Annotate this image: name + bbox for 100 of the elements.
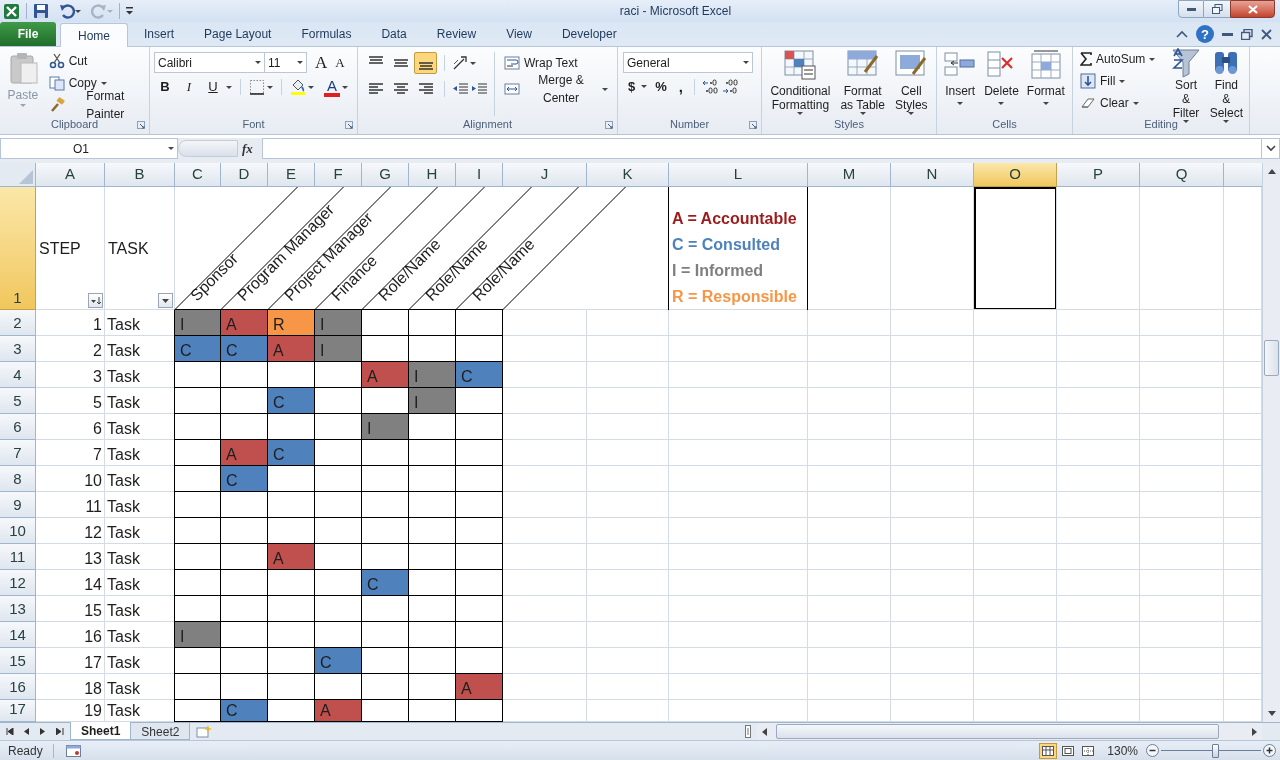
page-layout-icon[interactable] (1062, 745, 1075, 756)
font-name-field[interactable]: Calibri (154, 52, 265, 73)
row-header[interactable]: 13 (0, 596, 36, 622)
row-header[interactable]: 9 (0, 492, 36, 518)
row-header[interactable]: 8 (0, 466, 36, 492)
sheet-tab[interactable]: Sheet2 (131, 723, 191, 740)
ribbon-tab[interactable]: Home (60, 23, 128, 47)
bold-button[interactable]: B (154, 77, 176, 97)
minimize-icon[interactable] (1222, 30, 1233, 38)
sort-filter-button[interactable]: Sort & Filter (1168, 48, 1204, 116)
conditional-formatting-button[interactable]: Conditional Formatting (768, 50, 833, 116)
wrap-text-button[interactable]: Wrap Text (501, 52, 611, 74)
ribbon-tab[interactable]: Page Layout (190, 22, 286, 46)
page-break-icon[interactable] (1082, 745, 1095, 756)
collapse-ribbon-icon[interactable] (1176, 29, 1188, 39)
tab-splitter-icon[interactable] (745, 725, 751, 738)
row-header[interactable]: 1 (0, 187, 36, 310)
expand-formula-bar-icon[interactable] (1265, 145, 1276, 152)
undo-icon[interactable] (59, 3, 75, 19)
font-size-field[interactable]: 11 (265, 52, 307, 73)
scroll-right-icon[interactable] (1252, 727, 1257, 736)
grow-font-button[interactable]: A (313, 54, 330, 71)
save-icon[interactable] (33, 3, 49, 19)
row-header[interactable]: 17 (0, 700, 36, 722)
restore-button[interactable] (1204, 0, 1230, 18)
scroll-left-icon[interactable] (762, 727, 767, 736)
column-header[interactable]: G (362, 163, 409, 187)
ribbon-tab[interactable]: Developer (547, 22, 631, 46)
close-icon[interactable] (1261, 28, 1272, 40)
close-button[interactable] (1230, 0, 1275, 18)
row-header[interactable]: 16 (0, 674, 36, 700)
column-header[interactable]: N (891, 163, 974, 187)
filter-button[interactable] (158, 293, 173, 308)
decrease-decimal-icon[interactable] (721, 78, 738, 95)
dialog-launcher-icon[interactable] (605, 121, 613, 129)
row-header[interactable]: 10 (0, 518, 36, 544)
row-header[interactable]: 12 (0, 570, 36, 596)
shrink-font-button[interactable]: A (333, 56, 347, 69)
sheet-tab[interactable]: Sheet1 (70, 722, 132, 740)
row-header[interactable]: 3 (0, 336, 36, 362)
column-header[interactable]: P (1057, 163, 1140, 187)
delete-button[interactable]: Delete (982, 50, 1021, 116)
number-format-field[interactable]: General (623, 52, 753, 73)
minimize-button[interactable] (1178, 0, 1204, 18)
increase-indent-icon[interactable] (471, 81, 488, 97)
ribbon-tab[interactable]: View (492, 22, 546, 46)
restore-icon[interactable] (1241, 28, 1253, 40)
column-header[interactable]: H (409, 163, 456, 187)
dialog-launcher-icon[interactable] (749, 121, 757, 129)
percent-button[interactable]: % (651, 77, 671, 97)
insert-function-button[interactable]: fx (242, 138, 253, 159)
normal-view-button[interactable] (1039, 742, 1058, 759)
zoom-level[interactable]: 130% (1107, 741, 1138, 760)
clear-button[interactable]: Clear (1077, 92, 1159, 114)
first-sheet-icon[interactable] (6, 728, 15, 735)
currency-button[interactable]: $ (626, 77, 638, 97)
formula-input[interactable] (262, 138, 1262, 159)
scrollbar-thumb[interactable] (776, 724, 1219, 739)
last-sheet-icon[interactable] (55, 728, 64, 735)
selected-cell[interactable] (974, 187, 1057, 310)
autosum-button[interactable]: AutoSum (1077, 48, 1159, 70)
row-header[interactable]: 11 (0, 544, 36, 570)
row-header[interactable]: 7 (0, 440, 36, 466)
find-select-button[interactable]: Find & Select (1207, 48, 1245, 116)
next-sheet-icon[interactable] (39, 728, 48, 735)
column-header[interactable]: Q (1140, 163, 1224, 187)
help-button[interactable]: ? (1196, 25, 1214, 43)
filter-button[interactable] (88, 293, 103, 308)
row-header[interactable]: 2 (0, 310, 36, 336)
column-header[interactable]: D (221, 163, 268, 187)
zoom-out-icon[interactable] (1146, 744, 1159, 757)
ribbon-tab[interactable]: Insert (130, 22, 189, 46)
fill-button[interactable]: Fill (1077, 70, 1159, 92)
name-box[interactable]: O1 (0, 138, 178, 159)
row-header[interactable]: 6 (0, 414, 36, 440)
spreadsheet-logo-icon[interactable] (3, 2, 20, 20)
insert-button[interactable]: Insert (942, 50, 979, 116)
column-header[interactable]: L (669, 163, 808, 187)
cut-button[interactable]: Cut (45, 50, 145, 72)
ribbon-tab[interactable]: Data (367, 22, 421, 46)
row-header[interactable]: 5 (0, 388, 36, 414)
row-header[interactable]: 4 (0, 362, 36, 388)
zoom-in-icon[interactable] (1263, 744, 1276, 757)
dialog-launcher-icon[interactable] (345, 121, 353, 129)
italic-button[interactable]: I (178, 77, 200, 97)
ribbon-tab[interactable]: Review (422, 22, 491, 46)
font-color-button[interactable]: A (324, 77, 340, 97)
column-header[interactable]: K (587, 163, 669, 187)
column-header[interactable]: A (36, 163, 105, 187)
customize-toolbar-icon[interactable] (126, 7, 133, 15)
zoom-slider-thumb[interactable] (1212, 743, 1219, 758)
vertical-align-button[interactable] (414, 52, 437, 74)
underline-button[interactable]: U (202, 77, 224, 97)
column-header[interactable]: F (315, 163, 362, 187)
ribbon-tab[interactable]: Formulas (287, 22, 366, 46)
increase-decimal-icon[interactable] (701, 78, 718, 95)
scrollbar-thumb[interactable] (1264, 340, 1279, 376)
format-as-table-button[interactable]: Format as Table (838, 50, 887, 116)
column-header[interactable]: B (105, 163, 175, 187)
column-header[interactable]: E (268, 163, 315, 187)
